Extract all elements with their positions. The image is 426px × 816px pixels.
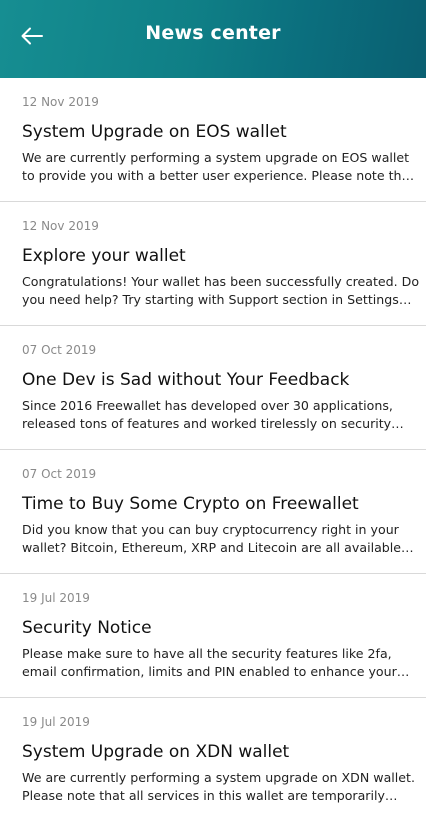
news-date: 19 Jul 2019 bbox=[22, 591, 90, 605]
news-title: System Upgrade on EOS wallet bbox=[22, 122, 287, 142]
page-title: News center bbox=[145, 22, 281, 44]
news-summary: We are currently performing a system upg… bbox=[22, 150, 415, 183]
news-title: Time to Buy Some Crypto on Freewallet bbox=[22, 494, 359, 514]
news-item[interactable]: 07 Oct 2019 Time to Buy Some Crypto on F… bbox=[0, 450, 426, 574]
news-list: 12 Nov 2019 System Upgrade on EOS wallet… bbox=[0, 78, 426, 805]
news-summary: Since 2016 Freewallet has developed over… bbox=[22, 398, 393, 431]
news-item[interactable]: 19 Jul 2019 Security Notice Please make … bbox=[0, 574, 426, 698]
news-title: System Upgrade on XDN wallet bbox=[22, 742, 290, 762]
news-date: 07 Oct 2019 bbox=[22, 467, 97, 481]
news-item[interactable]: 12 Nov 2019 Explore your wallet Congratu… bbox=[0, 202, 426, 326]
news-item[interactable]: 07 Oct 2019 One Dev is Sad without Your … bbox=[0, 326, 426, 450]
news-title: Explore your wallet bbox=[22, 246, 186, 266]
news-summary: Did you know that you can buy cryptocurr… bbox=[22, 522, 402, 555]
news-date: 12 Nov 2019 bbox=[22, 219, 99, 233]
news-summary: We are currently performing a system upg… bbox=[22, 770, 415, 803]
news-item[interactable]: 19 Jul 2019 System Upgrade on XDN wallet… bbox=[0, 698, 426, 805]
news-title: Security Notice bbox=[22, 618, 152, 638]
news-title: One Dev is Sad without Your Feedback bbox=[22, 370, 350, 390]
news-date: 19 Jul 2019 bbox=[22, 715, 90, 729]
news-summary: Congratulations! Your wallet has been su… bbox=[22, 274, 420, 307]
news-item[interactable]: 12 Nov 2019 System Upgrade on EOS wallet… bbox=[0, 78, 426, 202]
app-header: News center bbox=[0, 0, 426, 78]
news-date: 12 Nov 2019 bbox=[22, 95, 99, 109]
news-date: 07 Oct 2019 bbox=[22, 343, 97, 357]
news-summary: Please make sure to have all the securit… bbox=[22, 646, 397, 679]
